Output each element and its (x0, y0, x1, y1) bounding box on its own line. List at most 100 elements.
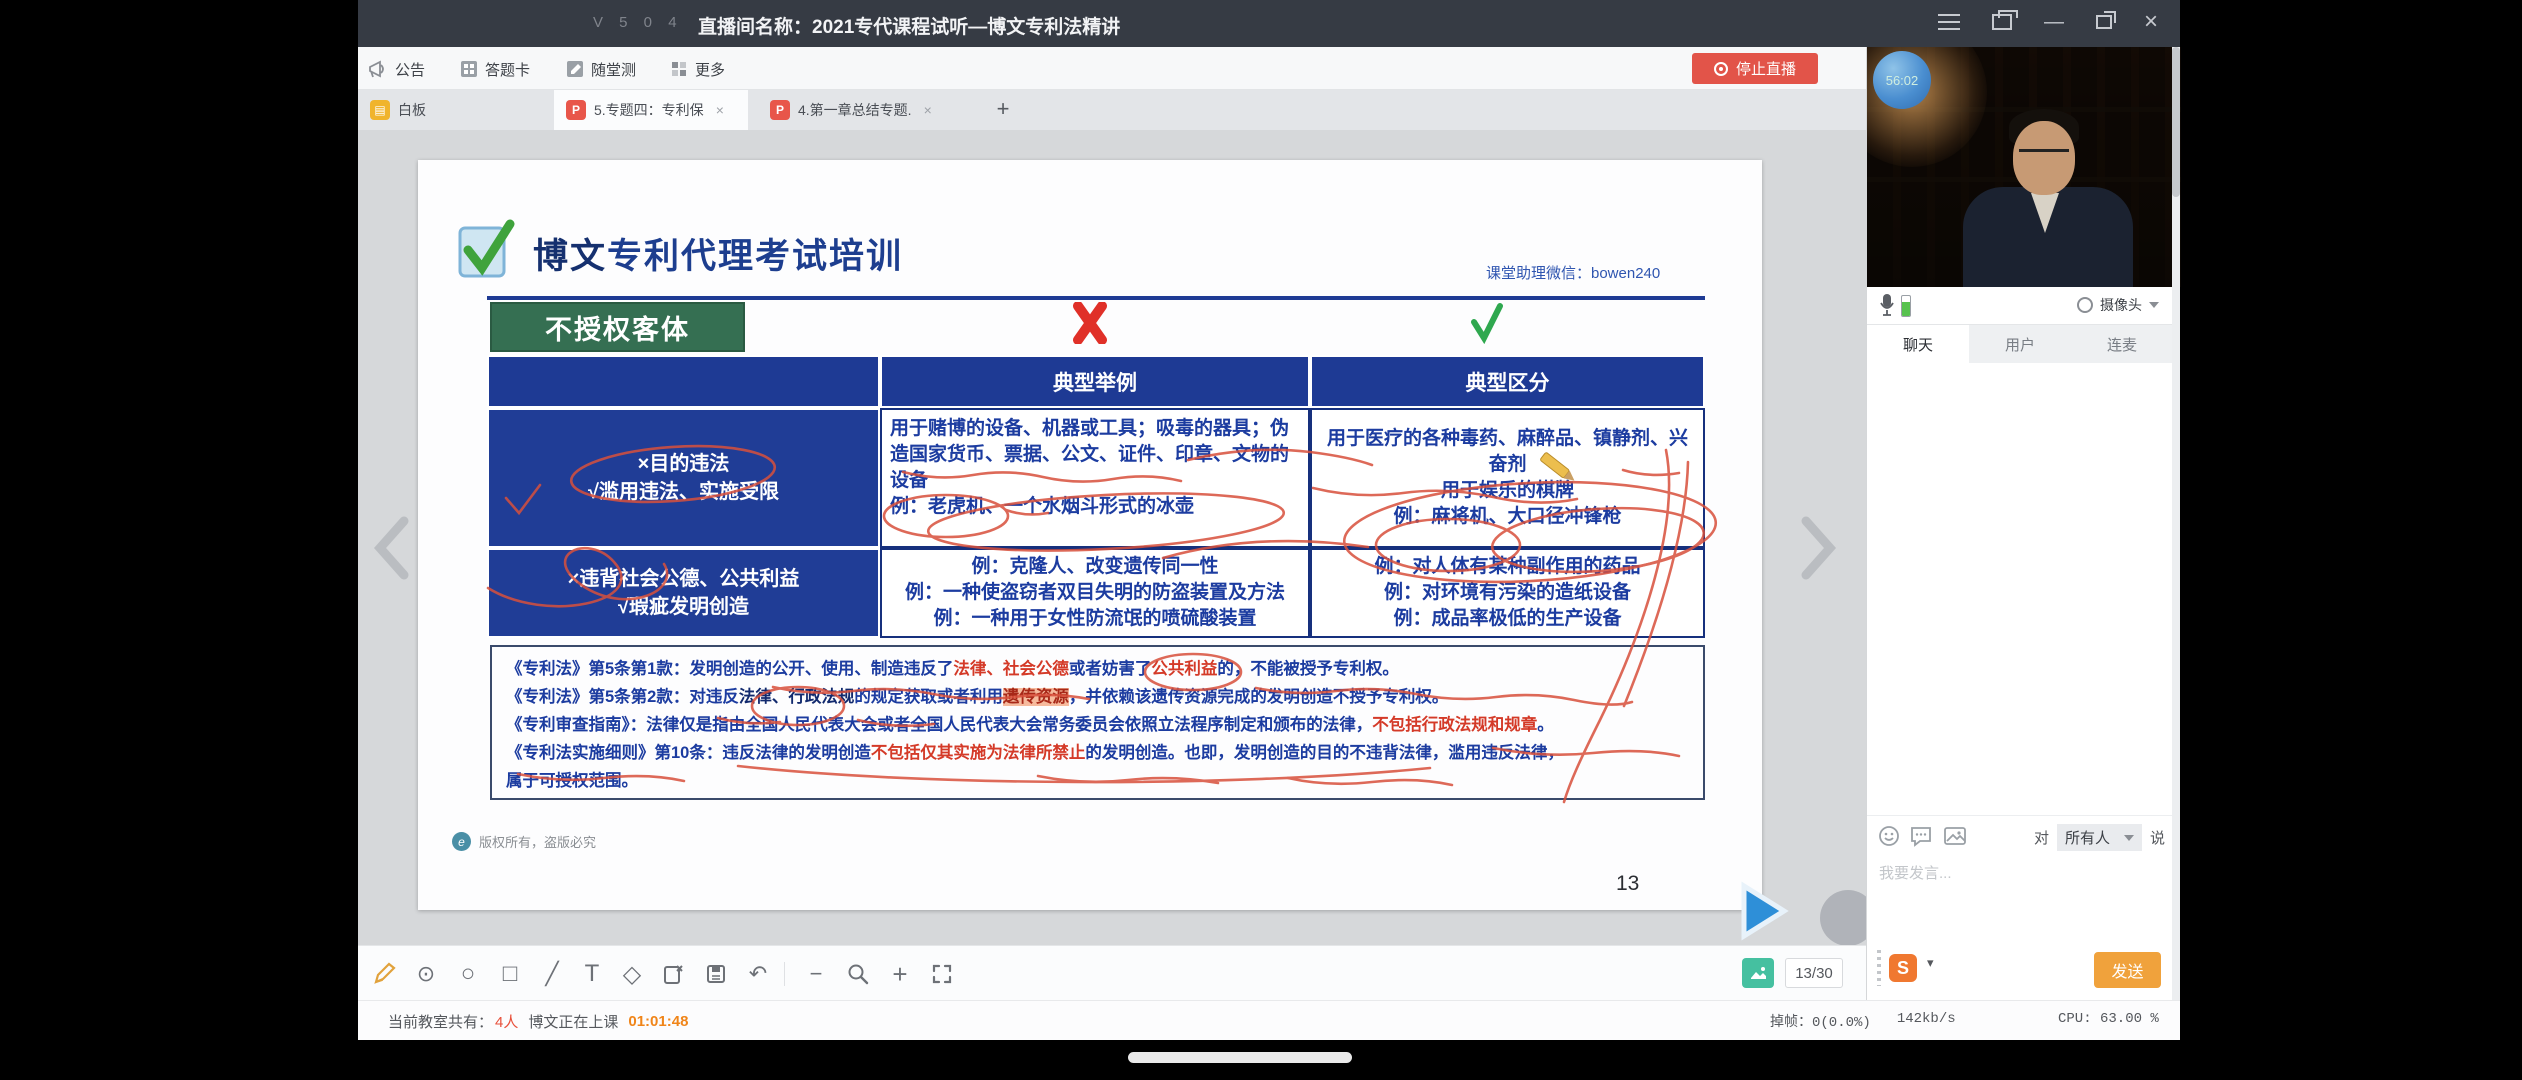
tab-mic-connect[interactable]: 连麦 (2071, 325, 2173, 363)
floating-arrow-overlay[interactable] (1730, 878, 1806, 944)
fullscreen-tool[interactable] (926, 958, 958, 990)
copyright-logo: e (452, 832, 471, 851)
right-panel: 56:02 摄像头 聊天 用户 连麦 对 所有人 说 我要发言... S ▾ 发… (1866, 47, 2181, 1000)
mic-level-indicator (1901, 295, 1911, 317)
pencil-tool[interactable] (368, 958, 400, 990)
minimize-button[interactable]: — (2044, 12, 2064, 32)
row1-examples-cell: 用于赌博的设备、机器或工具；吸毒的器具；伪造国家货币、票据、公文、证件、印章、文… (880, 408, 1310, 548)
fullscreen-icon (932, 964, 952, 984)
row1-distinction-cell: 用于医疗的各种毒药、麻醉品、镇静剂、兴奋剂 用于娱乐的棋牌 例：麻将机、大口径冲… (1310, 408, 1705, 548)
app-version: V 5 0 4 (593, 14, 683, 31)
camera-icon (2077, 297, 2093, 313)
ellipse-tool[interactable]: ○ (452, 958, 484, 990)
add-tab-button[interactable]: + (988, 96, 1018, 124)
slide-page-number: 13 (1616, 872, 1640, 895)
next-page-arrow[interactable] (1796, 515, 1842, 581)
send-button[interactable]: 发送 (2094, 952, 2161, 988)
document-tabbar: ▤ 白板 P 5.专题四：专利保 × P 4.第一章总结专题. × + (358, 90, 1866, 130)
undo-tool[interactable]: ↶ (742, 958, 774, 990)
microphone-icon[interactable] (1879, 293, 1895, 317)
tab-users[interactable]: 用户 (1969, 325, 2071, 363)
tab-chapter1-summary[interactable]: P 4.第一章总结专题. × (758, 90, 958, 130)
app-logo: S (1889, 954, 1917, 982)
red-cross-icon (1073, 302, 1107, 344)
copyright-row: e 版权所有，盗版必究 (452, 832, 596, 851)
whiteboard-area[interactable]: 博文专利代理考试培训 课堂助理微信：bowen240 不授权客体 典型举例 典型… (358, 130, 1876, 946)
image-attach-icon[interactable] (1943, 824, 1967, 848)
panel-scrollbar[interactable] (2172, 47, 2180, 1000)
announcement-button[interactable]: 公告 (368, 55, 425, 83)
bitrate-stat: 142kb/s (1896, 1011, 1956, 1027)
drag-dots (1877, 950, 1881, 986)
screen: V 5 0 4 直播间名称：2021专代课程试听—博文专利法精讲 — × 公告 … (0, 0, 2522, 1080)
chat-message-list[interactable] (1867, 363, 2173, 815)
eraser-tool[interactable]: ◇ (616, 958, 648, 990)
close-tab-icon[interactable]: × (924, 102, 932, 118)
avatar-timer-badge: 56:02 (1873, 51, 1931, 109)
slide-brand-title: 博文专利代理考试培训 (533, 237, 904, 276)
menu-icon[interactable] (1937, 14, 1960, 30)
camera-selector[interactable]: 摄像头 (2077, 295, 2159, 315)
tab-chat[interactable]: 聊天 (1867, 325, 1969, 363)
chat-input[interactable] (1867, 855, 2173, 892)
page-thumbnails-button[interactable] (1742, 958, 1774, 988)
pencil-icon (374, 962, 396, 984)
magnifier-icon (848, 964, 869, 985)
whiteboard-file-icon: ▤ (370, 100, 390, 120)
save-icon (707, 965, 725, 983)
export-page-tool[interactable] (658, 958, 690, 990)
speech-bubble-icon[interactable] (1909, 824, 1933, 848)
live-classroom-window: V 5 0 4 直播间名称：2021专代课程试听—博文专利法精讲 — × 公告 … (358, 0, 2181, 1040)
zoom-tool[interactable] (842, 958, 874, 990)
drawing-toolbar: ⊙ ○ □ ╱ T ◇ ↶ − + 13/30 (358, 945, 1866, 1000)
rectangle-tool[interactable]: □ (494, 958, 526, 990)
stop-live-button[interactable]: 停止直播 (1692, 53, 1818, 84)
more-button[interactable]: 更多 (670, 55, 725, 83)
audience-select[interactable]: 所有人 (2056, 824, 2142, 851)
save-board-tool[interactable] (700, 958, 732, 990)
row2-distinction-cell: 例：对人体有某种副作用的药品 例：对环境有污染的造纸设备 例：成品率极低的生产设… (1310, 548, 1705, 638)
export-icon (664, 965, 683, 984)
emoji-icon[interactable] (1877, 824, 1901, 848)
header-typical-distinction: 典型区分 (1310, 355, 1705, 408)
quiz-button[interactable]: 随堂测 (566, 55, 636, 83)
note-line: 《专利法》第5条第2款：对违反法律、行政法规的规定获取或者利用遗传资源，并依赖该… (506, 688, 1449, 706)
quiz-icon (567, 61, 583, 77)
note-line: 《专利审查指南》：法律仅是指由全国人民代表大会或者全国人民代表大会常务委员会依照… (506, 716, 1554, 734)
teaching-status: 博文正在上课 (528, 1014, 619, 1031)
ppt-file-icon: P (770, 100, 790, 120)
class-timer: 01:01:48 (628, 1013, 689, 1030)
zoom-out-tool[interactable]: − (800, 958, 832, 990)
logo-caret-icon[interactable]: ▾ (1927, 956, 1934, 969)
prev-page-arrow[interactable] (368, 515, 414, 581)
status-bar: 当前教室共有： 4人 博文正在上课 01:01:48 掉帧：0(0.0%) 14… (358, 1000, 2180, 1040)
slide-page: 博文专利代理考试培训 课堂助理微信：bowen240 不授权客体 典型举例 典型… (418, 160, 1762, 910)
taskbar-hint[interactable] (1128, 1052, 1352, 1063)
tab-whiteboard[interactable]: ▤ 白板 (358, 90, 548, 130)
teacher-webcam-video[interactable]: 56:02 (1867, 47, 2181, 287)
close-button[interactable]: × (2144, 10, 2158, 34)
restore-button[interactable] (2095, 11, 2116, 29)
line-tool[interactable]: ╱ (536, 958, 568, 990)
megaphone-icon (369, 60, 384, 78)
close-tab-icon[interactable]: × (716, 102, 724, 118)
note-line: 属于可授权范围。 (506, 772, 638, 790)
chevron-down-icon (2123, 834, 2134, 841)
zoom-in-tool[interactable]: + (884, 958, 916, 990)
answer-card-button[interactable]: 答题卡 (460, 55, 530, 83)
note-line: 《专利法》第5条第1款：发明创造的公开、使用、制造违反了法律、社会公德或者妨害了… (506, 660, 1399, 678)
chat-input-area (1867, 855, 2173, 940)
chevron-down-icon (2149, 302, 2159, 308)
text-tool[interactable]: T (576, 958, 608, 990)
camera-controls-row: 摄像头 (1867, 287, 2173, 325)
room-title: 直播间名称：2021专代课程试听—博文专利法精讲 (698, 17, 1121, 38)
page-indicator[interactable]: 13/30 (1785, 958, 1843, 988)
laser-pointer-tool[interactable]: ⊙ (410, 958, 442, 990)
note-line: 《专利法实施细则》第10条：违反法律的发明创造不包括仅其实施为法律所禁止的发明创… (506, 744, 1564, 762)
tab-topic4-patent[interactable]: P 5.专题四：专利保 × (554, 90, 748, 130)
table-corner-label: 不授权客体 (490, 302, 745, 352)
scrollbar-thumb[interactable] (2172, 47, 2180, 197)
header-empty-cell (487, 355, 880, 408)
toolbar-divider (784, 962, 785, 986)
layout-switch-icon[interactable] (1991, 10, 2018, 30)
